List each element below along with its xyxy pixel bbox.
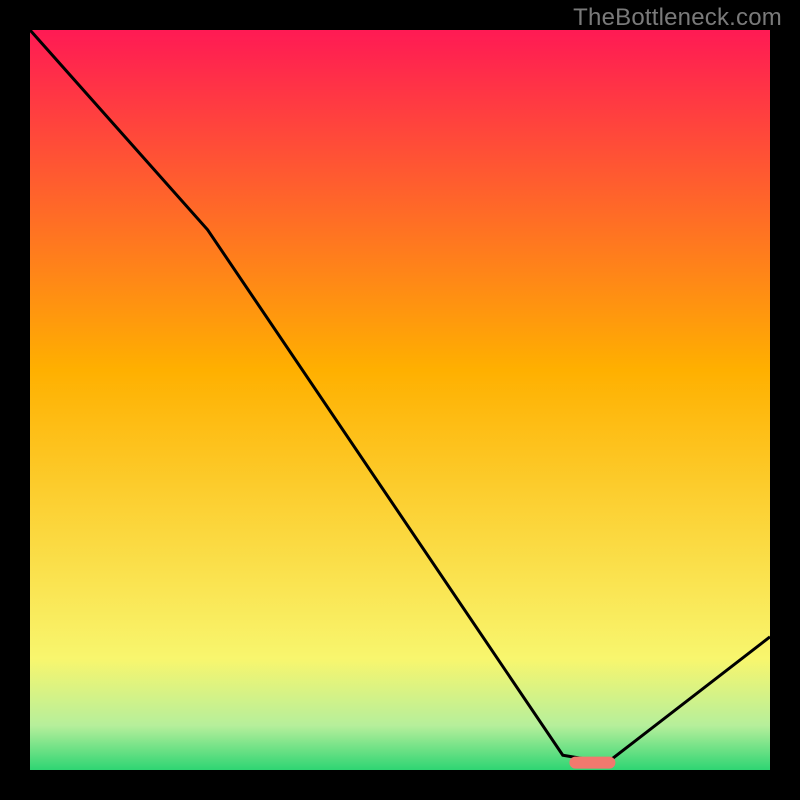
chart-frame: TheBottleneck.com xyxy=(0,0,800,800)
bottleneck-chart xyxy=(0,0,800,800)
watermark-label: TheBottleneck.com xyxy=(573,4,782,32)
minimum-marker xyxy=(569,757,615,769)
plot-area xyxy=(30,30,770,770)
